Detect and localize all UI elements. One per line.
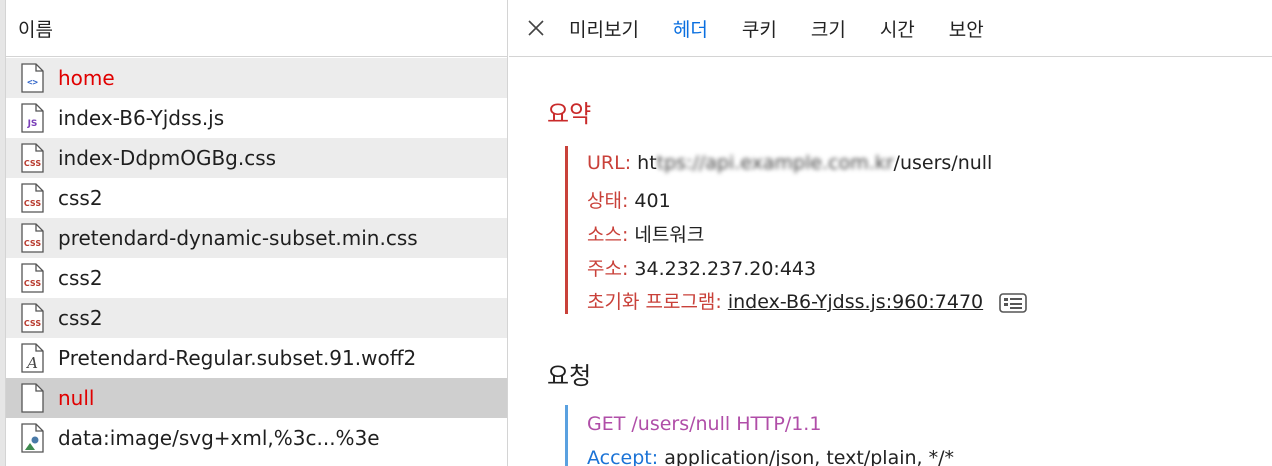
summary-block: URL: https://api.example.com.kr/users/nu… [565, 146, 1165, 314]
name-column-header[interactable]: 이름 [6, 0, 507, 57]
tab-security[interactable]: 보안 [949, 15, 984, 42]
url-label: URL: [587, 152, 632, 174]
source-view-icon [999, 292, 1027, 313]
source-value: 네트워크 [634, 224, 705, 246]
svg-text:CSS: CSS [24, 199, 41, 208]
accept-header-label: Accept: [587, 447, 659, 466]
svg-text:JS: JS [27, 119, 38, 129]
svg-text:CSS: CSS [24, 159, 41, 168]
svg-text:CSS: CSS [24, 239, 41, 248]
image-icon [20, 423, 45, 453]
initiator-label: 초기화 프로그램: [587, 291, 722, 313]
request-row[interactable]: data:image/svg+xml,%3c...%3e [6, 418, 507, 458]
tab-preview[interactable]: 미리보기 [569, 15, 639, 42]
request-row[interactable]: JS index-B6-Yjdss.js [6, 98, 507, 138]
address-value: 34.232.237.20:443 [634, 258, 817, 280]
show-source-button[interactable] [999, 292, 1027, 313]
request-row[interactable]: CSS pretendard-dynamic-subset.min.css [6, 218, 507, 258]
svg-text:A: A [25, 354, 38, 372]
js-icon: JS [20, 103, 45, 133]
source-label: 소스: [587, 224, 629, 246]
css-icon: CSS [20, 263, 45, 293]
request-name: home [58, 66, 115, 90]
css-icon: CSS [20, 143, 45, 173]
url-redacted-host: tps://api.example.com.kr [656, 152, 894, 174]
details-tabbar: 미리보기 헤더 쿠키 크기 시간 보안 [509, 0, 1272, 57]
request-name: index-DdpmOGBg.css [58, 146, 277, 170]
summary-section-title[interactable]: 요약 [547, 94, 591, 129]
font-icon: A [20, 343, 45, 373]
summary-url-row: URL: https://api.example.com.kr/users/nu… [587, 152, 992, 174]
svg-text:CSS: CSS [24, 279, 41, 288]
tab-timings[interactable]: 시간 [880, 15, 915, 42]
accept-header-value: application/json, text/plain, */* [664, 447, 955, 466]
tab-headers[interactable]: 헤더 [673, 15, 708, 42]
css-icon: CSS [20, 223, 45, 253]
request-name: css2 [58, 306, 103, 330]
url-value: https://api.example.com.kr/users/null [637, 152, 993, 174]
summary-address-row: 주소: 34.232.237.20:443 [587, 254, 816, 281]
headers-content: 요약 URL: https://api.example.com.kr/users… [509, 58, 1272, 466]
tab-cookies[interactable]: 쿠키 [742, 15, 777, 42]
svg-text:<>: <> [27, 78, 38, 88]
summary-source-row: 소스: 네트워크 [587, 220, 704, 247]
initiator-link[interactable]: index-B6-Yjdss.js:960:7470 [728, 291, 983, 313]
status-value: 401 [634, 190, 671, 212]
css-icon: CSS [20, 303, 45, 333]
request-section-title[interactable]: 요청 [547, 356, 591, 391]
request-list: <> home JS index-B6-Yjdss.js CSS index-DdpmOG… [6, 58, 507, 458]
request-row[interactable]: CSS css2 [6, 178, 507, 218]
close-icon [528, 20, 544, 36]
request-row[interactable]: CSS css2 [6, 298, 507, 338]
request-details-panel: 미리보기 헤더 쿠키 크기 시간 보안 요약 URL: https://api.… [509, 0, 1272, 466]
request-name: data:image/svg+xml,%3c...%3e [58, 426, 380, 450]
request-name: null [58, 386, 95, 410]
request-headers-block: GET /users/null HTTP/1.1 Accept: applica… [565, 405, 1165, 466]
request-name: pretendard-dynamic-subset.min.css [58, 226, 418, 250]
request-row-selected[interactable]: null [6, 378, 507, 418]
address-label: 주소: [587, 258, 629, 280]
summary-initiator-row: 초기화 프로그램: index-B6-Yjdss.js:960:7470 [587, 287, 1027, 314]
request-row[interactable]: <> home [6, 58, 507, 98]
request-row[interactable]: A Pretendard-Regular.subset.91.woff2 [6, 338, 507, 378]
css-icon: CSS [20, 183, 45, 213]
name-column-label: 이름 [18, 18, 53, 41]
request-row[interactable]: CSS index-DdpmOGBg.css [6, 138, 507, 178]
accept-header-row: Accept: application/json, text/plain, */… [587, 447, 954, 466]
request-name: index-B6-Yjdss.js [58, 106, 225, 130]
request-name: Pretendard-Regular.subset.91.woff2 [58, 346, 417, 370]
summary-status-row: 상태: 401 [587, 186, 671, 213]
request-list-panel: 이름 <> home JS index-B6-Yjdss.js CSS index-Ddp… [0, 0, 508, 466]
tab-size[interactable]: 크기 [811, 15, 846, 42]
svg-text:CSS: CSS [24, 319, 41, 328]
close-details-button[interactable] [523, 15, 549, 41]
request-name: css2 [58, 186, 103, 210]
request-line: GET /users/null HTTP/1.1 [587, 413, 822, 435]
request-row[interactable]: CSS css2 [6, 258, 507, 298]
request-name: css2 [58, 266, 103, 290]
html-icon: <> [20, 63, 45, 93]
status-label: 상태: [587, 190, 629, 212]
blank-file-icon [20, 383, 45, 413]
